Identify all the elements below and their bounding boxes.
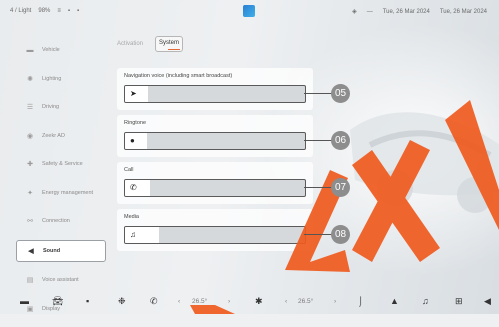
lighting-icon: ✺: [27, 75, 33, 83]
sidebar-item-driving[interactable]: ☰ Driving: [16, 97, 106, 117]
sidebar-item-label: Voice assistant: [42, 277, 79, 283]
wiper-icon[interactable]: ⌡: [358, 296, 363, 306]
status-item: ▪: [67, 8, 71, 14]
app-logo-icon: [243, 5, 255, 17]
status-item: ◈: [352, 9, 357, 15]
temp-left: 26.5°: [192, 298, 208, 305]
temp-left-decrease[interactable]: ‹: [178, 298, 180, 305]
volume-slider-fill: [125, 180, 151, 196]
status-item: Tue, 26 Mar 2024: [439, 8, 487, 15]
volume-setting-label: Call: [124, 167, 134, 173]
sound-icon: ◀: [28, 247, 34, 255]
sidebar-item-label: Energy management: [42, 189, 94, 196]
sidebar-item-label: Driving: [42, 104, 60, 110]
volume-slider-fill: [125, 133, 147, 149]
energy-icon: ✦: [27, 189, 33, 197]
sidebar-item-lighting[interactable]: ✺ Lighting: [16, 69, 106, 89]
car-render: [350, 112, 499, 213]
bottom-dock: ▬ 🚘︎ ▪ ❉ ✆ ‹ 26.5° › ✱ ‹ 26.5° › ⌡ ▲ ♫ ⊞…: [0, 290, 499, 314]
safety-icon: ✚: [27, 161, 33, 168]
volume-setting-label: Navigation voice (including smart broadc…: [124, 73, 233, 79]
sidebar-item-label: Lighting: [42, 75, 62, 82]
phone-icon: ✆: [130, 183, 137, 192]
sidebar-item-label: Zeekr AD: [42, 132, 65, 139]
status-item: ≡: [57, 8, 61, 14]
callout-leader-line: [304, 234, 332, 235]
callout-leader-line: [304, 93, 332, 94]
sidebar-item-zeekr-ad[interactable]: ◉ Zeekr AD: [16, 126, 106, 146]
volume-slider[interactable]: ●: [124, 132, 306, 150]
temp-right: 26.5°: [298, 298, 314, 305]
seat-heat-icon[interactable]: ▲: [390, 296, 399, 306]
tab-bar: Activation System: [117, 36, 184, 52]
temp-left-increase[interactable]: ›: [228, 298, 230, 305]
tab-activation[interactable]: Activation: [117, 41, 143, 47]
vehicle-quick-icon[interactable]: ▬: [20, 296, 29, 306]
callout-number: 07: [331, 178, 350, 197]
volume-setting-card: Ringtone ●: [117, 115, 313, 157]
status-item: 4 / Light: [10, 8, 32, 14]
sidebar-item-vehicle[interactable]: ▬ Vehicle: [16, 40, 106, 60]
sidebar-item-label: Safety & Service: [42, 161, 83, 167]
connection-icon: ⚯: [27, 218, 33, 225]
callout-number: 08: [331, 225, 350, 244]
volume-setting-card: Navigation voice (including smart broadc…: [117, 68, 313, 110]
seat-icon[interactable]: ▪: [86, 296, 89, 306]
sidebar: ▬ Vehicle ✺ Lighting ☰ Driving ◉ Zeekr AD ✚ Safet…: [16, 40, 106, 327]
status-bar: 4 / Light 98% ≡ ▪ ▪ ◈ — Tue, 26 Mar 2024…: [0, 0, 499, 24]
volume-icon[interactable]: ◀: [484, 296, 491, 307]
fan-icon[interactable]: ❉: [118, 296, 126, 307]
volume-slider[interactable]: ➤: [124, 85, 306, 103]
callout-number: 06: [331, 131, 350, 150]
car-icon[interactable]: 🚘︎: [52, 296, 63, 307]
bell-icon: ●: [130, 136, 135, 145]
volume-setting-label: Ringtone: [124, 120, 147, 126]
sidebar-item-energy-management[interactable]: ✦ Energy management: [16, 183, 106, 203]
temp-right-increase[interactable]: ›: [334, 298, 336, 305]
music-dock-icon[interactable]: ♫: [422, 296, 429, 306]
music-note-icon: ♫: [130, 230, 136, 239]
volume-setting-card: Call ✆: [117, 162, 313, 204]
ac-icon[interactable]: ✱: [255, 296, 263, 307]
driving-icon: ☰: [26, 104, 34, 111]
sidebar-item-label: Vehicle: [42, 47, 60, 53]
volume-setting-label: Media: [124, 214, 139, 220]
zeekr-ad-icon: ◉: [26, 132, 34, 140]
navigation-arrow-icon: ➤: [130, 89, 137, 98]
sidebar-item-label: Sound: [43, 247, 61, 254]
status-right: ◈ — Tue, 26 Mar 2024 Tue, 26 Mar 2024: [352, 8, 487, 16]
temp-right-decrease[interactable]: ‹: [285, 298, 287, 305]
status-item: 98%: [38, 8, 51, 14]
sidebar-item-label: Connection: [42, 218, 70, 224]
sidebar-item-connection[interactable]: ⚯ Connection: [16, 211, 106, 231]
tab-system[interactable]: System: [155, 36, 184, 52]
voice-assistant-icon: ▤: [26, 277, 34, 284]
apps-icon[interactable]: ⊞: [455, 296, 463, 307]
status-item: ▪: [77, 8, 80, 14]
volume-slider[interactable]: ♫: [124, 226, 306, 244]
status-item: —: [366, 8, 373, 15]
volume-slider[interactable]: ✆: [124, 179, 306, 197]
status-item: Tue, 26 Mar 2024: [382, 8, 430, 15]
sidebar-item-safety-service[interactable]: ✚ Safety & Service: [16, 154, 106, 174]
sidebar-item-voice-assistant[interactable]: ▤ Voice assistant: [16, 270, 106, 290]
sidebar-item-sound[interactable]: ◀ Sound: [16, 239, 106, 262]
status-left: 4 / Light 98% ≡ ▪ ▪: [10, 8, 79, 14]
phone-dock-icon[interactable]: ✆: [150, 296, 158, 307]
callout-leader-line: [304, 140, 332, 141]
vehicle-icon: ▬: [26, 46, 34, 54]
callout-leader-line: [304, 187, 332, 188]
volume-setting-card: Media ♫: [117, 209, 313, 251]
callout-number: 05: [331, 84, 350, 103]
